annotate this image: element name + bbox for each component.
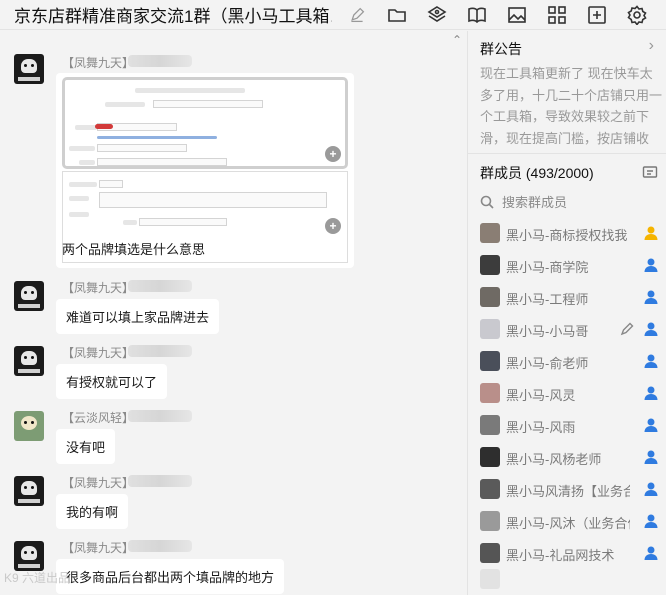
member-search-input[interactable] <box>502 194 652 210</box>
chat-panel[interactable]: ⌃ 【凤舞九天】 + + 两个品牌填选是什么意思 【凤舞九天】 难道可以填上家品… <box>0 31 466 595</box>
admin-icon <box>643 449 659 465</box>
member-row[interactable]: 黑小马-俞老师 <box>468 345 666 377</box>
blurred-tag <box>128 475 192 487</box>
toolbar <box>346 4 666 26</box>
edit-icon[interactable] <box>346 4 368 26</box>
chevron-right-icon[interactable]: › <box>649 37 654 55</box>
member-search <box>480 191 660 213</box>
avatar[interactable] <box>14 476 44 506</box>
message-bubble: 很多商品后台都出两个填品牌的地方 <box>56 559 285 594</box>
avatar[interactable] <box>480 287 500 307</box>
member-name: 黑小马-风灵 <box>506 388 576 403</box>
avatar[interactable] <box>480 479 500 499</box>
title-bar: 京东店群精准商家交流1群（黑小马工具箱… <box>0 0 666 30</box>
member-manage-icon[interactable] <box>642 164 658 180</box>
message-text: 两个品牌填选是什么意思 <box>62 242 206 257</box>
watermark: K9 六道出品 <box>4 571 71 585</box>
avatar[interactable] <box>14 281 44 311</box>
admin-icon <box>643 513 659 529</box>
sender-name: 【凤舞九天】 <box>62 346 135 360</box>
member-name: 黑小马-商标授权找我 <box>506 228 628 243</box>
avatar[interactable] <box>480 383 500 403</box>
avatar[interactable] <box>480 255 500 275</box>
avatar[interactable] <box>480 351 500 371</box>
sender-name: 【凤舞九天】 <box>62 476 135 490</box>
chat-title: 京东店群精准商家交流1群（黑小马工具箱… <box>14 7 332 26</box>
search-icon <box>480 195 494 209</box>
sender-name: 【凤舞九天】 <box>62 541 135 555</box>
owner-icon <box>643 225 659 241</box>
avatar[interactable] <box>14 346 44 376</box>
member-name: 黑小马-礼品网技术 <box>506 548 615 563</box>
zoom-icon[interactable]: + <box>325 146 341 162</box>
zoom-icon[interactable]: + <box>325 218 341 234</box>
member-row[interactable]: 黑小马-商学院 <box>468 249 666 281</box>
grid-icon[interactable] <box>546 4 568 26</box>
blurred-tag <box>128 280 192 292</box>
member-name: 黑小马-工程师 <box>506 292 589 307</box>
admin-icon <box>643 385 659 401</box>
member-name: 黑小马-风杨老师 <box>506 452 602 467</box>
member-name: 黑小马风清扬【业务合作 <box>506 484 630 499</box>
blurred-tag <box>128 345 192 357</box>
member-row[interactable]: 黑小马-商标授权找我 <box>468 217 666 249</box>
member-row[interactable]: 黑小马风清扬【业务合作 <box>468 473 666 505</box>
avatar[interactable] <box>480 543 500 563</box>
members-title: 群成员 (493/2000) <box>480 165 594 181</box>
member-name: 黑小马-商学院 <box>506 260 589 275</box>
member-row[interactable]: 黑小马-工程师 <box>468 281 666 313</box>
blurred-tag <box>128 55 192 67</box>
collapse-icon[interactable]: ⌃ <box>452 33 462 47</box>
image-icon[interactable] <box>506 4 528 26</box>
member-row[interactable]: 黑小马-风沐（业务合作 <box>468 505 666 537</box>
avatar[interactable] <box>480 319 500 339</box>
member-row[interactable]: 黑小马-小马哥 <box>468 313 666 345</box>
blurred-tag <box>128 410 192 422</box>
book-icon[interactable] <box>466 4 488 26</box>
member-row[interactable]: 黑小马-风雨 <box>468 409 666 441</box>
admin-icon <box>643 481 659 497</box>
group-sidebar: 群公告 › 现在工具箱更新了 现在快车太多了用，十几二十个店铺只用一个工具箱，导… <box>467 31 666 595</box>
message-bubble: 没有吧 <box>56 429 116 464</box>
message-bubble: 我的有啊 <box>56 494 129 529</box>
avatar[interactable] <box>480 569 500 589</box>
sender-name: 【云淡风轻】 <box>62 411 135 425</box>
edit-icon[interactable] <box>620 322 634 336</box>
member-row[interactable]: 黑小马-礼品网技术 <box>468 537 666 569</box>
apps-icon[interactable] <box>426 4 448 26</box>
member-name: 黑小马-俞老师 <box>506 356 589 371</box>
avatar[interactable] <box>14 541 44 571</box>
folder-icon[interactable] <box>386 4 408 26</box>
avatar[interactable] <box>480 415 500 435</box>
admin-icon <box>643 545 659 561</box>
sender-name: 【凤舞九天】 <box>62 56 135 70</box>
avatar[interactable] <box>480 447 500 467</box>
admin-icon <box>643 417 659 433</box>
member-row[interactable]: 黑小马-风灵 <box>468 377 666 409</box>
admin-icon <box>643 257 659 273</box>
notice-text[interactable]: 现在工具箱更新了 现在快车太多了用，十几二十个店铺只用一个工具箱，导致效果较之前… <box>480 63 662 149</box>
message-bubble: 有授权就可以了 <box>56 364 168 399</box>
member-row[interactable]: 黑小马-风杨老师 <box>468 441 666 473</box>
notice-title[interactable]: 群公告 <box>480 39 522 59</box>
sender-name: 【凤舞九天】 <box>62 281 135 295</box>
screenshot-image[interactable]: + <box>62 77 348 169</box>
avatar[interactable] <box>480 511 500 531</box>
member-name: 黑小马-小马哥 <box>506 324 589 339</box>
gear-icon[interactable] <box>626 4 648 26</box>
add-icon[interactable] <box>586 4 608 26</box>
admin-icon <box>643 321 659 337</box>
member-name: 黑小马-风雨 <box>506 420 576 435</box>
message-bubble: 难道可以填上家品牌进去 <box>56 299 220 334</box>
blurred-tag <box>128 540 192 552</box>
avatar[interactable] <box>480 223 500 243</box>
avatar[interactable] <box>14 411 44 441</box>
avatar[interactable] <box>14 54 44 84</box>
member-name: 黑小马-风沐（业务合作 <box>506 516 630 531</box>
admin-icon <box>643 289 659 305</box>
admin-icon <box>643 353 659 369</box>
divider <box>468 153 666 154</box>
